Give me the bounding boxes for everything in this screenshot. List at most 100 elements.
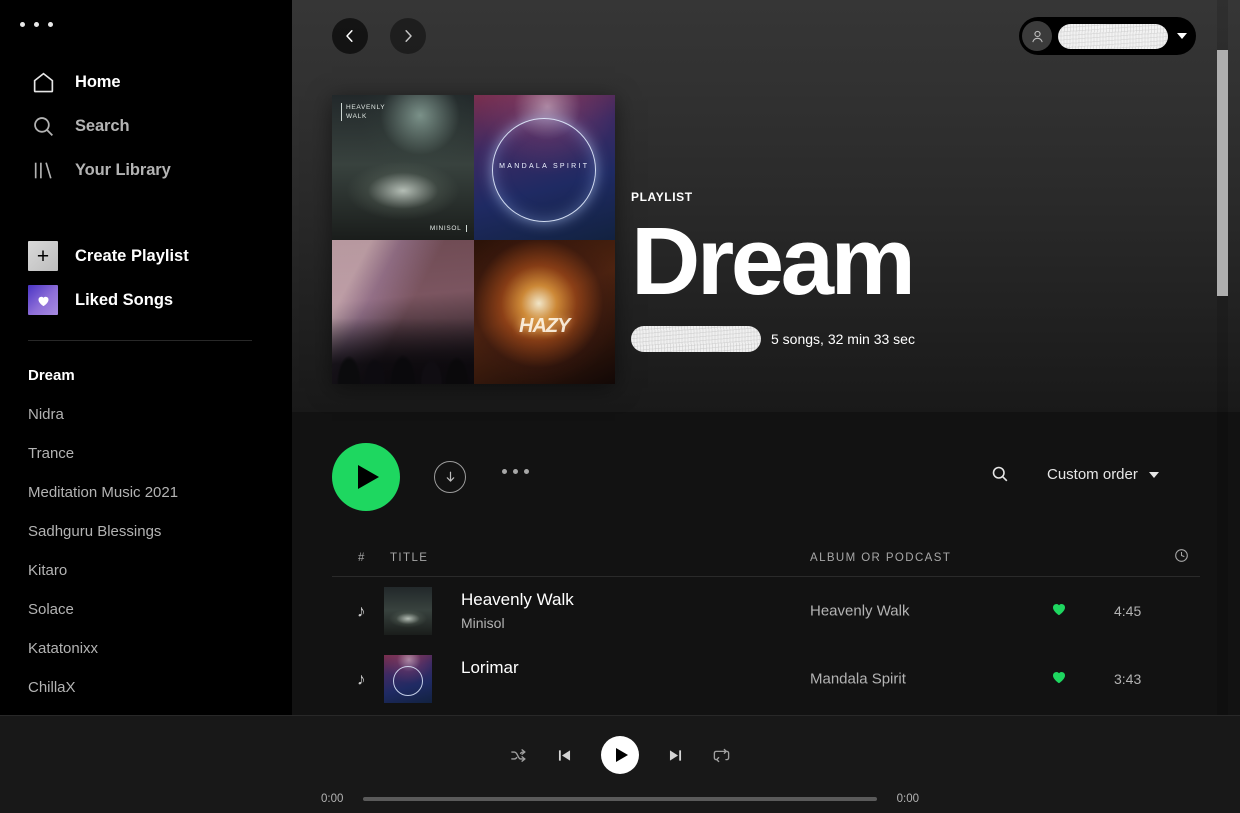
heart-filled-icon[interactable] xyxy=(1050,600,1068,623)
playlist-item-label: ChillaX xyxy=(28,679,76,696)
home-icon xyxy=(28,67,58,97)
repeat-button[interactable] xyxy=(712,746,731,765)
heart-icon xyxy=(28,285,58,315)
column-header-album: ALBUM OR PODCAST xyxy=(810,552,952,564)
sidebar-item-label: Your Library xyxy=(75,160,171,179)
sidebar-item-label: Search xyxy=(75,116,130,135)
cover-mandala-spirit: MANDALA SPIRIT xyxy=(473,95,615,240)
top-bar xyxy=(292,0,1240,72)
player-bar: 0:00 0:00 xyxy=(0,715,1240,813)
playlist-item-meditation-music-2021[interactable]: Meditation Music 2021 xyxy=(0,473,292,512)
cover-concert-crowd xyxy=(332,239,474,384)
playlist-item-katatonixx[interactable]: Katatonixx xyxy=(0,629,292,668)
track-duration: 4:45 xyxy=(1114,603,1142,619)
playlist-item-label: Dream xyxy=(28,367,75,384)
playlist-more-options-button[interactable] xyxy=(502,469,529,474)
play-icon xyxy=(615,748,628,762)
playlist-action-bar: Custom order xyxy=(292,412,1240,530)
playlist-item-kitaro[interactable]: Kitaro xyxy=(0,551,292,590)
progress-slider[interactable] xyxy=(363,797,877,801)
sidebar-item-liked-songs[interactable]: Liked Songs xyxy=(0,278,292,322)
play-playlist-button[interactable] xyxy=(332,443,400,511)
main-content: HEAVENLY WALK MINISOL MANDALA SPIRIT HAZY… xyxy=(292,0,1240,715)
chevron-down-icon xyxy=(1177,33,1187,39)
library-actions: + Create Playlist Liked Songs xyxy=(0,234,292,322)
playlist-item-solace[interactable]: Solace xyxy=(0,590,292,629)
window-menu-dots-icon[interactable] xyxy=(20,22,53,27)
playlist-item-label: Trance xyxy=(28,445,75,462)
playlist-item-nidra[interactable]: Nidra xyxy=(0,395,292,434)
playlist-header-text: PLAYLIST Dream 5 songs, 32 min 33 sec xyxy=(631,190,916,352)
track-title: Lorimar xyxy=(461,658,519,677)
ring-graphic xyxy=(492,118,597,223)
playlist-item-label: Kitaro xyxy=(28,562,68,579)
nav-back-button[interactable] xyxy=(332,18,368,54)
cover-heavenly-walk: HEAVENLY WALK MINISOL xyxy=(332,95,474,240)
cover-title: MANDALA SPIRIT xyxy=(499,162,590,170)
column-header-index: # xyxy=(358,552,366,564)
sort-order-dropdown[interactable]: Custom order xyxy=(1047,466,1159,483)
table-header: # TITLE ALBUM OR PODCAST xyxy=(332,530,1200,577)
track-thumbnail xyxy=(384,587,432,635)
table-row[interactable]: ♪ Heavenly Walk Minisol Heavenly Walk 4:… xyxy=(332,577,1200,645)
sidebar-divider xyxy=(28,340,252,341)
playback-progress: 0:00 0:00 xyxy=(321,793,919,805)
column-header-title: TITLE xyxy=(390,552,429,564)
sidebar-item-label: Liked Songs xyxy=(75,290,174,309)
playlist-item-label: Nidra xyxy=(28,406,64,423)
ring-graphic xyxy=(393,665,423,696)
track-table: # TITLE ALBUM OR PODCAST ♪ Heavenly Walk… xyxy=(292,530,1240,715)
sidebar-item-home[interactable]: Home xyxy=(0,60,292,104)
shuffle-button[interactable] xyxy=(509,746,528,765)
sidebar-item-label: Create Playlist xyxy=(75,246,189,265)
scrollbar-thumb[interactable] xyxy=(1217,50,1228,296)
play-icon xyxy=(358,465,379,489)
sidebar-item-label: Home xyxy=(75,72,121,91)
cover-title: HEAVENLY WALK xyxy=(341,103,385,121)
play-pause-button[interactable] xyxy=(601,736,639,774)
cover-hazy: HAZY xyxy=(473,239,615,384)
track-thumbnail xyxy=(384,655,432,703)
user-profile-button[interactable] xyxy=(1019,17,1196,55)
heart-filled-icon[interactable] xyxy=(1050,668,1068,691)
music-note-icon: ♪ xyxy=(357,669,366,689)
main-scrollbar[interactable] xyxy=(1217,0,1228,715)
playlist-stats: 5 songs, 32 min 33 sec xyxy=(771,330,915,347)
elapsed-time: 0:00 xyxy=(321,793,344,805)
sidebar: Home Search Your Library + Create Playli… xyxy=(0,0,292,715)
cover-title: HAZY xyxy=(519,314,570,337)
next-track-button[interactable] xyxy=(666,746,685,765)
page-title: Dream xyxy=(631,208,916,315)
playlist-item-chillax[interactable]: ChillaX xyxy=(0,668,292,707)
nav-forward-button[interactable] xyxy=(390,18,426,54)
music-note-icon: ♪ xyxy=(357,601,366,621)
sidebar-item-create-playlist[interactable]: + Create Playlist xyxy=(0,234,292,278)
player-controls xyxy=(509,736,731,774)
crowd-silhouette xyxy=(332,317,474,384)
playlist-list: Dream Nidra Trance Meditation Music 2021… xyxy=(0,356,292,707)
total-time: 0:00 xyxy=(896,793,919,805)
playlist-item-dream[interactable]: Dream xyxy=(0,356,292,395)
username-redacted xyxy=(1058,23,1168,49)
previous-track-button[interactable] xyxy=(555,746,574,765)
playlist-type-label: PLAYLIST xyxy=(631,190,693,204)
sidebar-item-search[interactable]: Search xyxy=(0,104,292,148)
playlist-item-label: Meditation Music 2021 xyxy=(28,484,179,501)
playlist-item-label: Katatonixx xyxy=(28,640,99,657)
playlist-meta-row: 5 songs, 32 min 33 sec xyxy=(631,325,915,352)
playlist-item-trance[interactable]: Trance xyxy=(0,434,292,473)
primary-nav: Home Search Your Library xyxy=(0,60,292,192)
track-album: Heavenly Walk xyxy=(810,602,910,620)
library-icon xyxy=(28,155,58,185)
chevron-down-icon xyxy=(1148,471,1159,478)
search-in-playlist-button[interactable] xyxy=(990,464,1010,489)
spotify-app-window: Home Search Your Library + Create Playli… xyxy=(0,0,1240,813)
track-duration: 3:43 xyxy=(1114,671,1142,687)
search-icon xyxy=(28,111,58,141)
download-button[interactable] xyxy=(434,461,466,493)
playlist-item-sadhguru-blessings[interactable]: Sadhguru Blessings xyxy=(0,512,292,551)
sidebar-item-your-library[interactable]: Your Library xyxy=(0,148,292,192)
table-row[interactable]: ♪ Lorimar Mandala Spirit 3:43 xyxy=(332,645,1200,713)
playlist-cover-mosaic: HEAVENLY WALK MINISOL MANDALA SPIRIT HAZY xyxy=(332,95,615,384)
playlist-item-label: Solace xyxy=(28,601,74,618)
